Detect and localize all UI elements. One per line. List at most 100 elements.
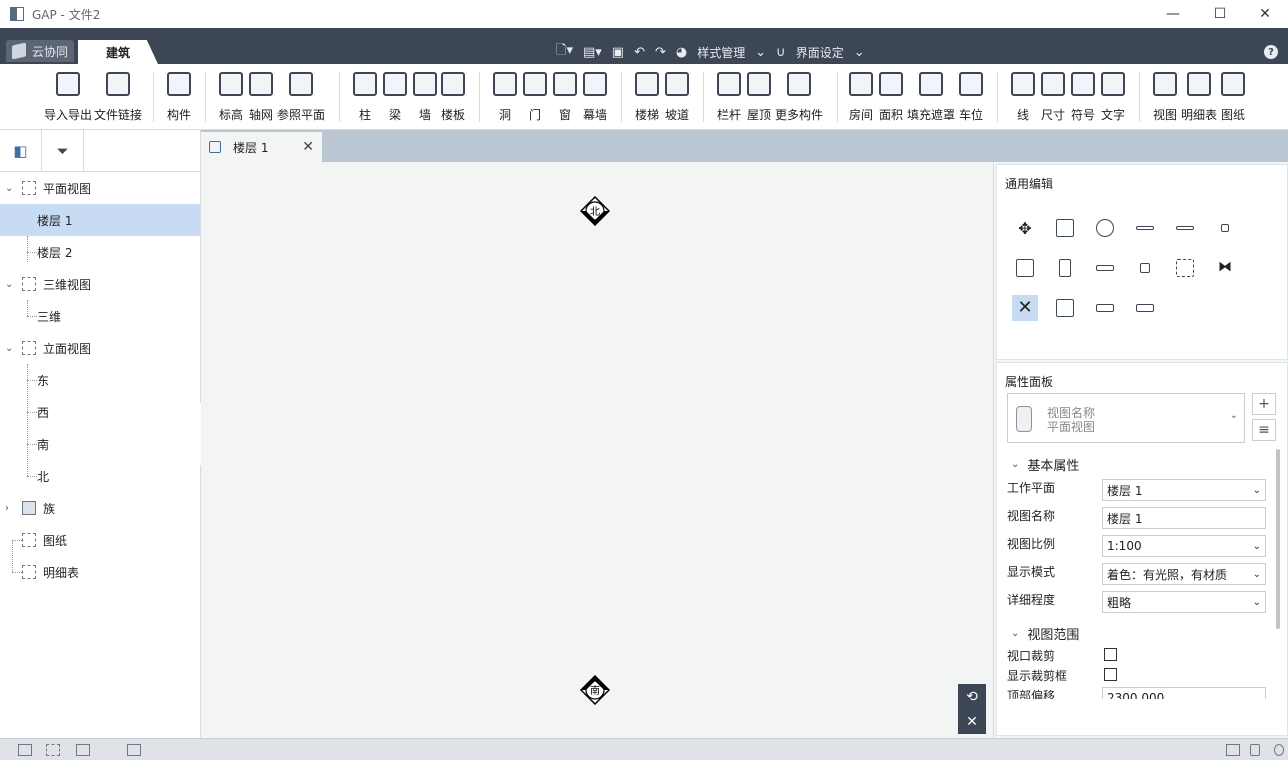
reset-view-icon[interactable]: ⟲	[966, 689, 978, 705]
add-type-button[interactable]: +	[1252, 393, 1276, 415]
ribbon-ramp[interactable]: 坡道	[665, 72, 689, 123]
work-plane-select[interactable]: 楼层 1 ⌄	[1102, 479, 1266, 501]
tree-item-plan-views[interactable]: ⌄ 平面视图	[0, 172, 200, 204]
view-scale-select[interactable]: 1:100 ⌄	[1102, 535, 1266, 557]
style-manage-menu[interactable]: 样式管理	[697, 44, 745, 61]
ribbon-opening[interactable]: 洞	[493, 72, 517, 123]
ribbon-column[interactable]: 柱	[353, 72, 377, 123]
split-gap-icon[interactable]	[1212, 215, 1238, 241]
tab-architecture[interactable]: 建筑	[78, 40, 158, 64]
ribbon-symbol[interactable]: 符号	[1071, 72, 1095, 123]
ribbon-text[interactable]: 文字	[1101, 72, 1125, 123]
undo-icon[interactable]: ↶	[634, 45, 645, 60]
ribbon-fill-mask[interactable]: 填充遮罩	[907, 72, 955, 123]
tree-item-schedules[interactable]: 明细表	[0, 556, 200, 588]
select-group-icon[interactable]	[76, 744, 90, 756]
mirror-icon[interactable]: ⧓	[1212, 255, 1238, 281]
close-icon[interactable]: ✕	[966, 714, 978, 730]
minimize-icon[interactable]: —	[1150, 0, 1196, 28]
ui-settings-menu[interactable]: 界面设定	[796, 44, 844, 61]
close-icon[interactable]: ✕	[1242, 0, 1288, 28]
display-mode-select[interactable]: 着色：有光照，有材质 ⌄	[1102, 563, 1266, 585]
view-name-input[interactable]: 楼层 1	[1102, 507, 1266, 529]
top-offset-input[interactable]: 2300.000	[1102, 687, 1266, 699]
view-icon[interactable]	[1226, 744, 1240, 756]
ribbon-ref-plane[interactable]: 参照平面	[277, 72, 325, 123]
magnet-icon[interactable]: ∪	[776, 45, 786, 60]
ribbon-wall[interactable]: 墙	[413, 72, 437, 123]
ribbon-floor[interactable]: 楼板	[441, 72, 465, 123]
ribbon-beam[interactable]: 梁	[383, 72, 407, 123]
palette-icon[interactable]: ◕	[676, 45, 687, 60]
ribbon-line[interactable]: 线	[1011, 72, 1035, 123]
rotate-icon[interactable]	[1092, 215, 1118, 241]
tree-item-floor-1[interactable]: 楼层 1	[0, 204, 200, 236]
north-marker[interactable]: 北	[580, 196, 610, 226]
properties-scrollbar[interactable]	[1276, 449, 1280, 629]
ribbon-schedule[interactable]: 明细表	[1181, 72, 1217, 123]
pin-icon[interactable]	[1092, 295, 1118, 321]
select-mode-icon[interactable]	[18, 744, 32, 756]
redo-icon[interactable]: ↷	[655, 45, 666, 60]
ribbon-roof[interactable]: 屋顶	[747, 72, 771, 123]
south-marker[interactable]: 南	[580, 675, 610, 705]
group-icon[interactable]	[1172, 255, 1198, 281]
ribbon-railing[interactable]: 栏杆	[717, 72, 741, 123]
extend-icon[interactable]	[1132, 255, 1158, 281]
ribbon-dimension[interactable]: 尺寸	[1041, 72, 1065, 123]
type-selector[interactable]: 视图名称 平面视图 ⌄	[1007, 393, 1245, 443]
crop-view-checkbox[interactable]	[1104, 648, 1117, 661]
align-icon[interactable]	[1052, 255, 1078, 281]
ribbon-grid[interactable]: 轴网	[249, 72, 273, 123]
new-file-icon[interactable]: 🗋▾	[556, 41, 573, 63]
tab-cloud-collab[interactable]: 云协同	[6, 40, 74, 62]
offset-icon[interactable]	[1092, 255, 1118, 281]
grid-toggle-icon[interactable]	[127, 744, 141, 756]
array-copy-icon[interactable]	[1012, 255, 1038, 281]
measure-icon[interactable]	[1132, 295, 1158, 321]
ribbon-view[interactable]: 视图	[1153, 72, 1177, 123]
detail-level-select[interactable]: 粗略 ⌄	[1102, 591, 1266, 613]
filter-icon[interactable]: ⏷	[42, 130, 84, 172]
ribbon-file-link[interactable]: 文件链接	[94, 72, 142, 123]
panel-toggle-icon[interactable]: ◧	[0, 130, 42, 172]
ribbon-import-export[interactable]: 导入导出	[44, 72, 92, 123]
tree-item-families[interactable]: › 族	[0, 492, 200, 524]
delete-cross-icon[interactable]: ✕	[1012, 295, 1038, 321]
tab-floor-1[interactable]: 楼层 1 ✕	[201, 132, 322, 162]
ribbon-more-components[interactable]: 更多构件	[775, 72, 823, 123]
select-links-icon[interactable]	[46, 744, 60, 756]
tree-item-sheets[interactable]: 图纸	[0, 524, 200, 556]
chevron-down-icon[interactable]: ⌄	[5, 183, 13, 194]
move-icon[interactable]: ✥	[1012, 215, 1038, 241]
settings-icon[interactable]	[1274, 744, 1284, 756]
save-icon[interactable]: ▣	[612, 45, 624, 60]
maximize-icon[interactable]: ☐	[1197, 0, 1243, 28]
tree-item-elevation-views[interactable]: ⌄ 立面视图	[0, 332, 200, 364]
split-icon[interactable]	[1172, 215, 1198, 241]
ribbon-curtain-wall[interactable]: 幕墙	[583, 72, 607, 123]
group-basic-properties[interactable]: ⌄ 基本属性	[1011, 455, 1079, 474]
ribbon-area[interactable]: 面积	[879, 72, 903, 123]
close-icon[interactable]: ✕	[302, 139, 314, 155]
cylinder-icon[interactable]	[1250, 744, 1260, 756]
ribbon-level[interactable]: 标高	[219, 72, 243, 123]
chevron-down-icon[interactable]: ⌄	[5, 343, 13, 354]
box-3d-icon[interactable]	[1052, 295, 1078, 321]
ribbon-room[interactable]: 房间	[849, 72, 873, 123]
ribbon-parking[interactable]: 车位	[959, 72, 983, 123]
help-icon[interactable]: ?	[1264, 45, 1278, 59]
edit-type-button[interactable]: ≡	[1252, 419, 1276, 441]
show-crop-box-checkbox[interactable]	[1104, 668, 1117, 681]
ribbon-window[interactable]: 窗	[553, 72, 577, 123]
open-file-icon[interactable]: ▤▾	[583, 45, 602, 60]
chevron-down-icon[interactable]: ⌄	[5, 279, 13, 290]
ribbon-stair[interactable]: 楼梯	[635, 72, 659, 123]
ribbon-door[interactable]: 门	[523, 72, 547, 123]
group-view-range[interactable]: ⌄ 视图范围	[1011, 624, 1079, 643]
tree-item-3d-views[interactable]: ⌄ 三维视图	[0, 268, 200, 300]
ribbon-component[interactable]: 构件	[167, 72, 191, 123]
ribbon-sheet[interactable]: 图纸	[1221, 72, 1245, 123]
drawing-canvas[interactable]: 北 南	[201, 162, 993, 738]
copy-icon[interactable]	[1052, 215, 1078, 241]
